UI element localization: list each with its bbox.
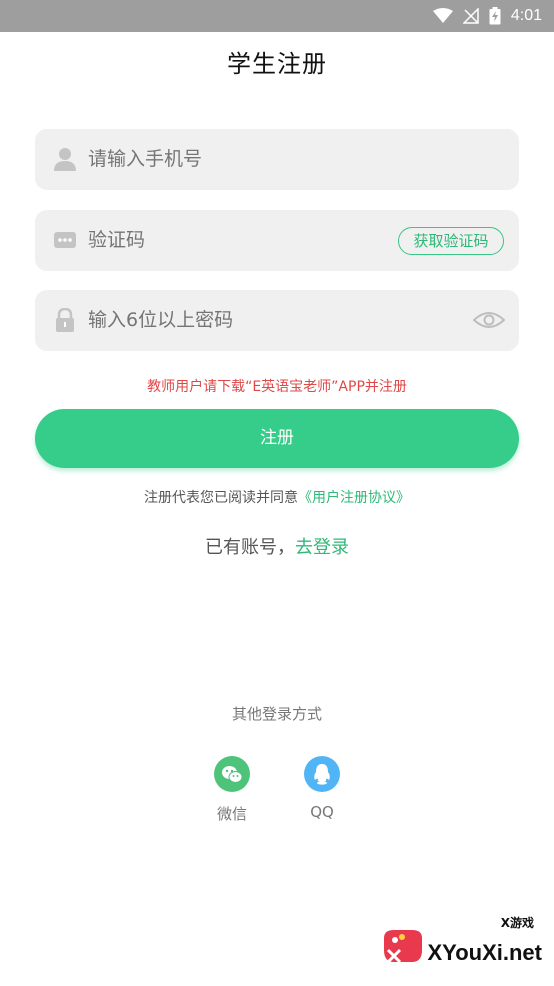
wechat-label: 微信 — [216, 805, 247, 823]
verification-code-field[interactable]: 获取验证码 — [35, 210, 519, 271]
wechat-icon[interactable] — [214, 756, 250, 792]
watermark-text: XYouXi.net — [427, 940, 543, 965]
qq-icon[interactable] — [304, 756, 340, 792]
wifi-icon — [432, 8, 453, 24]
user-icon — [53, 147, 77, 171]
phone-input[interactable] — [88, 129, 388, 190]
watermark: X游戏 XYouXi.net — [376, 914, 546, 970]
verification-code-input[interactable] — [88, 210, 328, 271]
phone-field[interactable] — [35, 129, 519, 190]
wechat-login-button[interactable]: 微信 — [202, 756, 262, 824]
no-signal-icon — [462, 8, 479, 24]
lock-icon — [53, 308, 77, 332]
login-prefix: 已有账号， — [205, 537, 295, 558]
go-login-link[interactable]: 去登录 — [295, 537, 349, 558]
teacher-notice: 教师用户请下载“E英语宝老师”APP并注册 — [147, 379, 407, 395]
login-prompt: 已有账号，去登录 — [0, 533, 554, 559]
get-code-button[interactable]: 获取验证码 — [398, 227, 504, 255]
other-login-title: 其他登录方式 — [231, 705, 322, 723]
watermark-small-text: X游戏 — [500, 916, 534, 930]
battery-charging-icon — [489, 7, 501, 25]
page-title: 学生注册 — [227, 50, 327, 78]
agreement-text: 注册代表您已阅读并同意《用户注册协议》 — [0, 487, 554, 507]
password-input[interactable] — [88, 290, 388, 351]
eye-icon[interactable] — [473, 308, 505, 332]
status-icons: 4:01 — [432, 0, 542, 32]
register-button[interactable]: 注册 — [35, 409, 519, 468]
agreement-prefix: 注册代表您已阅读并同意 — [144, 490, 298, 506]
xyouxi-logo-icon — [380, 924, 426, 968]
status-time: 4:01 — [510, 7, 542, 24]
status-bar: 4:01 — [0, 0, 554, 32]
message-icon — [53, 228, 77, 252]
qq-label: QQ — [310, 803, 334, 821]
password-field[interactable] — [35, 290, 519, 351]
qq-login-button[interactable]: QQ — [292, 756, 352, 821]
user-agreement-link[interactable]: 《用户注册协议》 — [298, 490, 410, 506]
